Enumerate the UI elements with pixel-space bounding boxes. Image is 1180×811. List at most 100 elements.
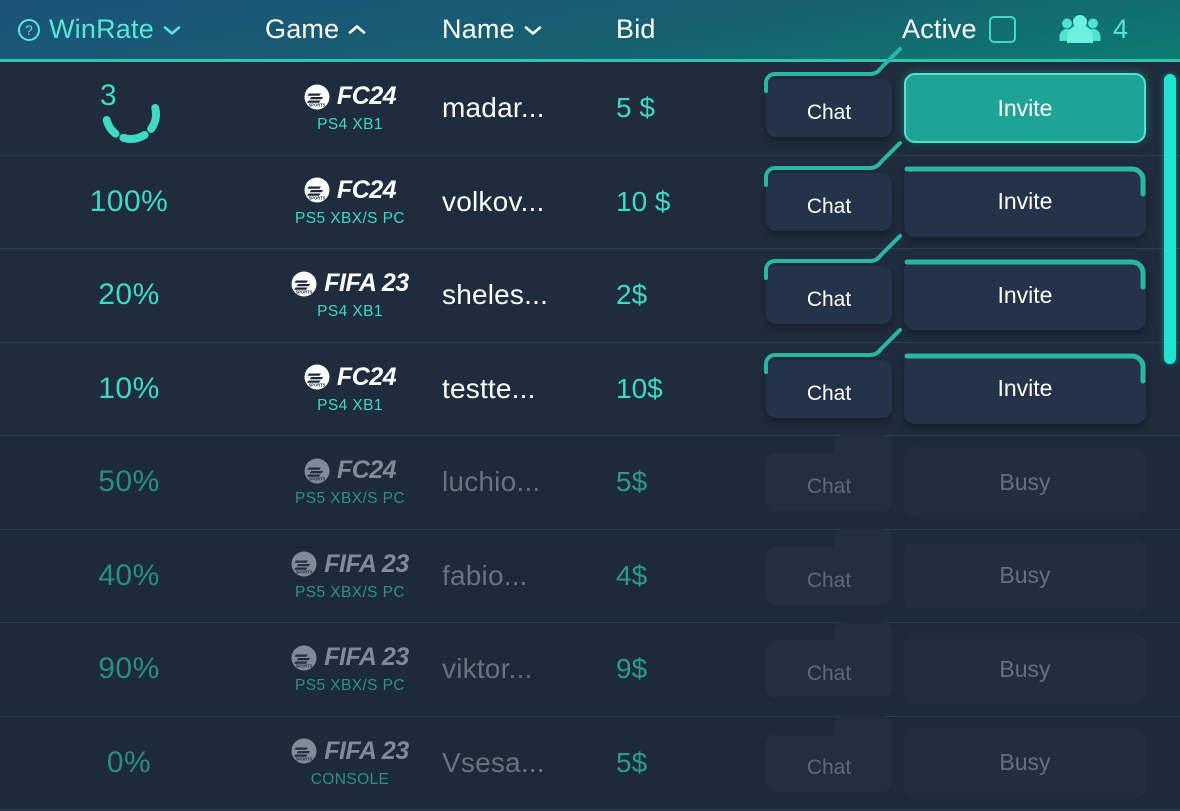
player-name: madar... [442, 92, 545, 124]
svg-text:SPORTS: SPORTS [296, 663, 313, 668]
invite-button[interactable]: Invite [904, 259, 1146, 331]
ea-sports-icon: SPORTS [291, 271, 317, 297]
chevron-down-icon[interactable] [163, 24, 181, 36]
winrate-value: 50% [98, 465, 160, 499]
chat-button[interactable]: Chat [764, 140, 902, 231]
chevron-down-icon[interactable] [524, 24, 542, 36]
game-title: FC24 [336, 175, 397, 204]
game-logo: SPORTS FIFA 23 [291, 550, 409, 579]
invite-button-label: Invite [997, 188, 1053, 215]
player-name: luchio... [442, 466, 541, 498]
ea-sports-icon: SPORTS [291, 551, 317, 577]
cell-bid: 10 $ [616, 186, 754, 218]
cell-chat: Chat [754, 715, 904, 792]
cell-winrate: 100% [0, 185, 258, 219]
bid-value: 10$ [616, 372, 663, 404]
player-name: Vsesa... [442, 746, 545, 778]
busy-button-label: Busy [999, 749, 1051, 776]
game-platforms: PS5 XBX/S PC [295, 677, 405, 695]
bid-value: 9$ [616, 653, 648, 685]
players-online-count: 4 [1113, 14, 1129, 44]
busy-button-label: Busy [999, 562, 1051, 589]
column-header-winrate[interactable]: ? WinRate [18, 14, 181, 45]
game-title: FIFA 23 [324, 643, 409, 672]
chat-button-label: Chat [806, 755, 852, 779]
cell-game: SPORTS FC24 PS5 XBX/S PC [258, 176, 442, 228]
vertical-scrollbar-track[interactable] [1164, 64, 1176, 809]
invite-button-label: Invite [997, 375, 1053, 402]
game-title: FIFA 23 [324, 736, 409, 765]
chat-button[interactable]: Chat [764, 234, 902, 325]
chat-disabled-tab [834, 435, 892, 458]
chat-button-label: Chat [806, 194, 852, 218]
busy-button-label: Busy [999, 655, 1051, 682]
busy-button-label: Busy [999, 468, 1051, 495]
invite-button[interactable]: Invite [904, 353, 1146, 424]
svg-text:SPORTS: SPORTS [296, 757, 313, 762]
game-logo: SPORTS FC24 [304, 82, 397, 111]
chat-button-label: Chat [806, 288, 852, 312]
active-filter-checkbox[interactable] [988, 16, 1016, 43]
chat-button: Chat [766, 715, 892, 792]
invite-button[interactable]: Invite [904, 166, 1146, 237]
game-platforms: PS4 XB1 [317, 396, 383, 414]
lobby-table-screen: ? WinRate Game Name Bid Active 4 3 SPORT… [0, 0, 1180, 811]
active-filter-label: Active [902, 14, 977, 44]
game-logo: SPORTS FC24 [304, 175, 397, 205]
cell-action: Invite [904, 166, 1146, 237]
winrate-value: 40% [98, 558, 160, 592]
column-header-name[interactable]: Name [442, 14, 542, 45]
cell-chat: Chat [754, 47, 904, 138]
cell-chat: Chat [754, 234, 904, 325]
table-row: 100% SPORTS FC24 PS5 XBX/S PC volkov... 10 $ C… [0, 140, 1180, 249]
game-logo: SPORTS FIFA 23 [291, 737, 409, 766]
chat-button[interactable]: Chat [764, 47, 902, 138]
question-circle-icon[interactable]: ? [18, 18, 40, 41]
cell-action: Busy [904, 727, 1146, 798]
column-header-game[interactable]: Game [265, 14, 366, 45]
table-row: 3 SPORTS FC24 PS4 XB1 madar... 5 $ Chat Invite [0, 47, 1180, 156]
cell-bid: 10$ [616, 373, 754, 405]
cell-game: SPORTS FC24 PS4 XB1 [258, 82, 442, 134]
svg-text:SPORTS: SPORTS [296, 289, 313, 294]
game-platforms: PS4 XB1 [317, 303, 383, 321]
game-platforms: PS5 XBX/S PC [295, 583, 405, 601]
column-header-bid[interactable]: Bid [616, 14, 656, 45]
busy-button: Busy [904, 540, 1146, 611]
chat-button: Chat [766, 435, 892, 512]
table-header: ? WinRate Game Name Bid Active 4 [0, 0, 1180, 62]
cell-game: SPORTS FC24 PS4 XB1 [258, 363, 442, 415]
player-name: viktor... [442, 653, 533, 685]
cell-bid: 5$ [616, 466, 754, 498]
column-header-bid-label: Bid [616, 14, 656, 44]
cell-winrate: 10% [0, 372, 258, 406]
svg-text:SPORTS: SPORTS [309, 102, 326, 107]
cell-bid: 5 $ [616, 92, 754, 124]
bid-value: 4$ [616, 559, 648, 591]
chat-button[interactable]: Chat [764, 327, 902, 418]
invite-button[interactable]: Invite [904, 73, 1146, 144]
cell-winrate: 40% [0, 559, 258, 593]
cell-name: luchio... [442, 466, 616, 498]
cell-name: fabio... [442, 560, 616, 592]
player-name: sheles... [442, 279, 549, 311]
chevron-up-icon[interactable] [348, 24, 366, 36]
cell-bid: 9$ [616, 653, 754, 685]
active-filter[interactable]: Active [902, 14, 1016, 45]
chat-button: Chat [766, 528, 892, 605]
cell-action: Busy [904, 634, 1146, 705]
cell-chat: Chat [754, 528, 904, 605]
cell-game: SPORTS FIFA 23 PS5 XBX/S PC [258, 550, 442, 602]
cell-chat: Chat [754, 327, 904, 418]
game-platforms: PS5 XBX/S PC [295, 209, 405, 227]
cell-bid: 2$ [616, 279, 754, 311]
cell-name: volkov... [442, 186, 616, 218]
chat-disabled-tab [834, 528, 892, 551]
column-header-name-label: Name [442, 14, 515, 44]
ea-sports-icon: SPORTS [304, 84, 330, 110]
table-row: 0% SPORTS FIFA 23 CONSOLE Vsesa... 5$ Chat Busy [0, 715, 1180, 810]
ea-sports-icon: SPORTS [304, 364, 330, 390]
ea-sports-icon: SPORTS [291, 645, 317, 671]
ea-sports-icon: SPORTS [304, 177, 330, 203]
vertical-scrollbar-thumb[interactable] [1164, 74, 1176, 364]
